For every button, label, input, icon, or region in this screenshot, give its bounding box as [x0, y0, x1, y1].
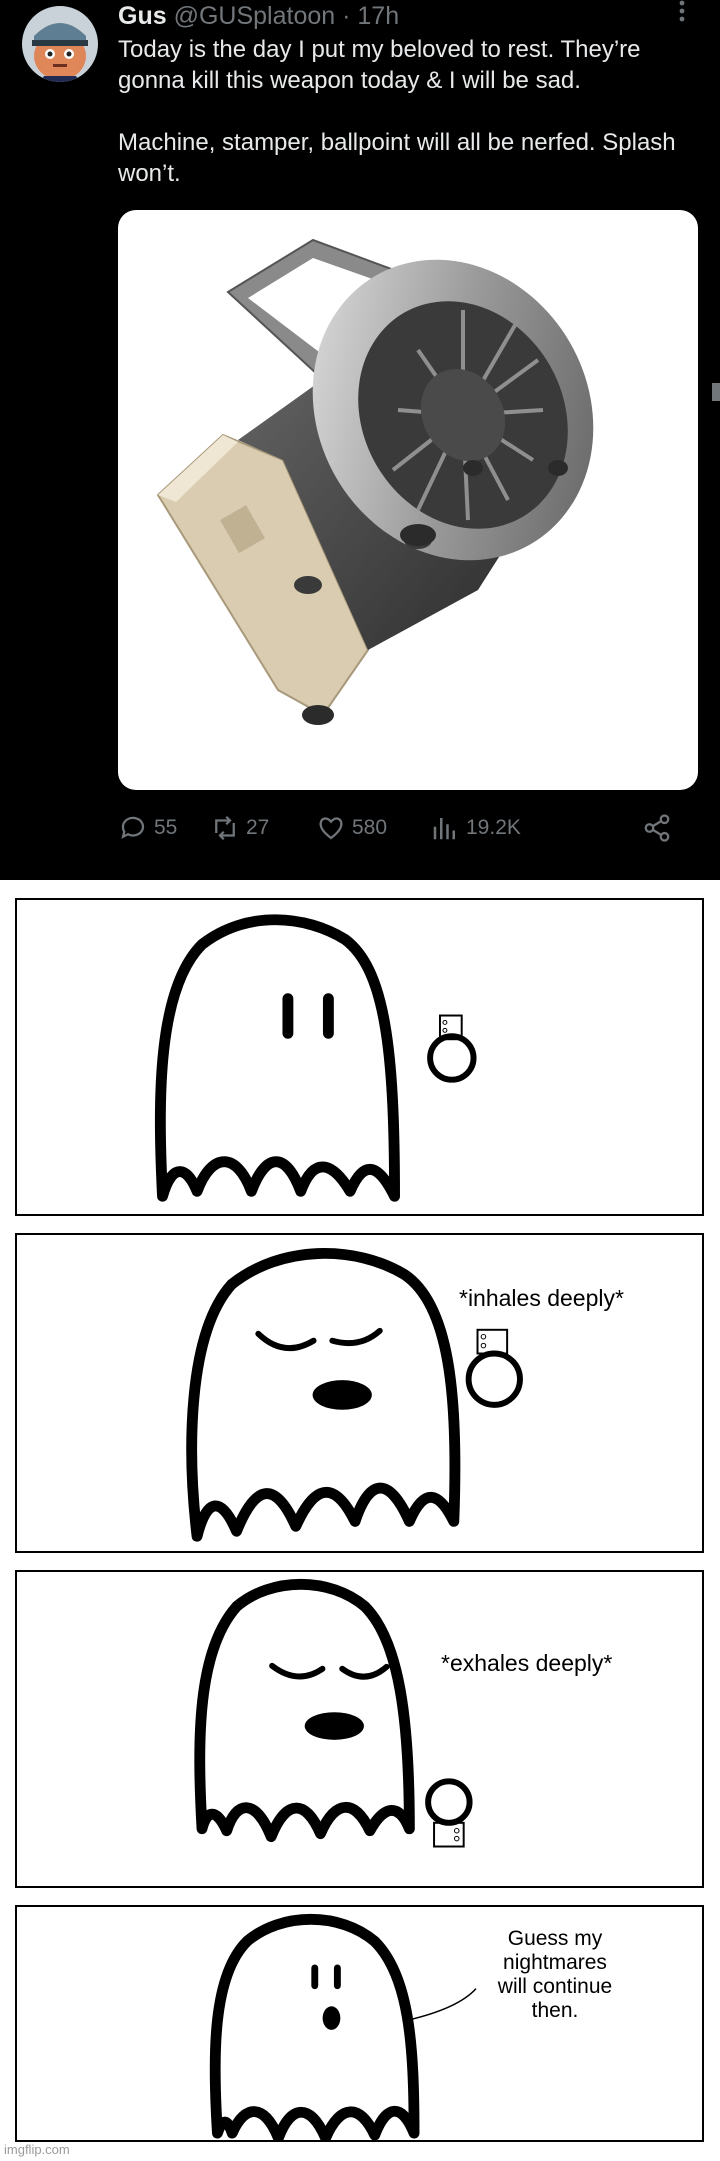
- speech-text: Guess my nightmares will continue then.: [480, 1927, 630, 2023]
- views-chart-icon: [433, 818, 455, 840]
- ghost-inhaling-illustration: [186, 1248, 523, 1542]
- author-name[interactable]: Gus: [118, 2, 167, 30]
- tweet-image-splattershot-weapon[interactable]: [118, 210, 698, 790]
- speech-line-3: will continue: [497, 1975, 613, 1998]
- like-count: 580: [352, 816, 388, 839]
- ghost-neutral-illustration: [154, 914, 477, 1202]
- avatar[interactable]: [22, 6, 98, 82]
- comic-panel-2: *inhales deeply*: [15, 1233, 704, 1553]
- speech-line-4: then.: [531, 1999, 579, 2022]
- repost-icon: [215, 815, 235, 841]
- scrollbar-thumb[interactable]: [712, 383, 720, 401]
- ghost-exhaling-illustration: [194, 1579, 473, 1848]
- tweet-paragraph-2: Machine, stamper, ballpoint will all be …: [118, 129, 676, 187]
- speech-line-1: Guess my: [507, 1927, 603, 1950]
- repost-count: 27: [246, 816, 270, 839]
- share-button[interactable]: [642, 808, 672, 848]
- tweet-card: Gus @GUSplatoon · 17h Today is the day I…: [0, 0, 720, 880]
- like-button[interactable]: 580: [316, 808, 387, 848]
- exhales-caption: *exhales deeply*: [441, 1650, 613, 1676]
- reply-icon: [121, 816, 145, 839]
- more-options-icon[interactable]: [662, 0, 702, 30]
- repost-button[interactable]: 27: [210, 808, 269, 848]
- heart-icon: [319, 817, 343, 840]
- separator-dot: ·: [342, 2, 351, 30]
- tweet-header: Gus @GUSplatoon · 17h: [118, 2, 399, 31]
- views-button[interactable]: 19.2K: [430, 808, 521, 848]
- timestamp[interactable]: 17h: [357, 2, 399, 30]
- inhales-caption: *inhales deeply*: [459, 1285, 624, 1311]
- imgflip-watermark: imgflip.com: [4, 2142, 70, 2157]
- views-count: 19.2K: [466, 816, 521, 839]
- reply-count: 55: [154, 816, 178, 839]
- tweet-actions: 55 27 580 19.2K: [118, 808, 678, 848]
- comic-panel-1: [15, 898, 704, 1216]
- tweet-text: Today is the day I put my beloved to res…: [118, 34, 708, 189]
- comic-panel-3: *exhales deeply*: [15, 1570, 704, 1888]
- share-icon: [644, 814, 670, 842]
- comic-panel-4: Guess my nightmares will continue then.: [15, 1905, 704, 2142]
- reply-button[interactable]: 55: [118, 808, 177, 848]
- author-handle[interactable]: @GUSplatoon: [174, 2, 336, 30]
- tweet-paragraph-1: Today is the day I put my beloved to res…: [118, 36, 641, 94]
- speech-line-2: nightmares: [503, 1951, 607, 1974]
